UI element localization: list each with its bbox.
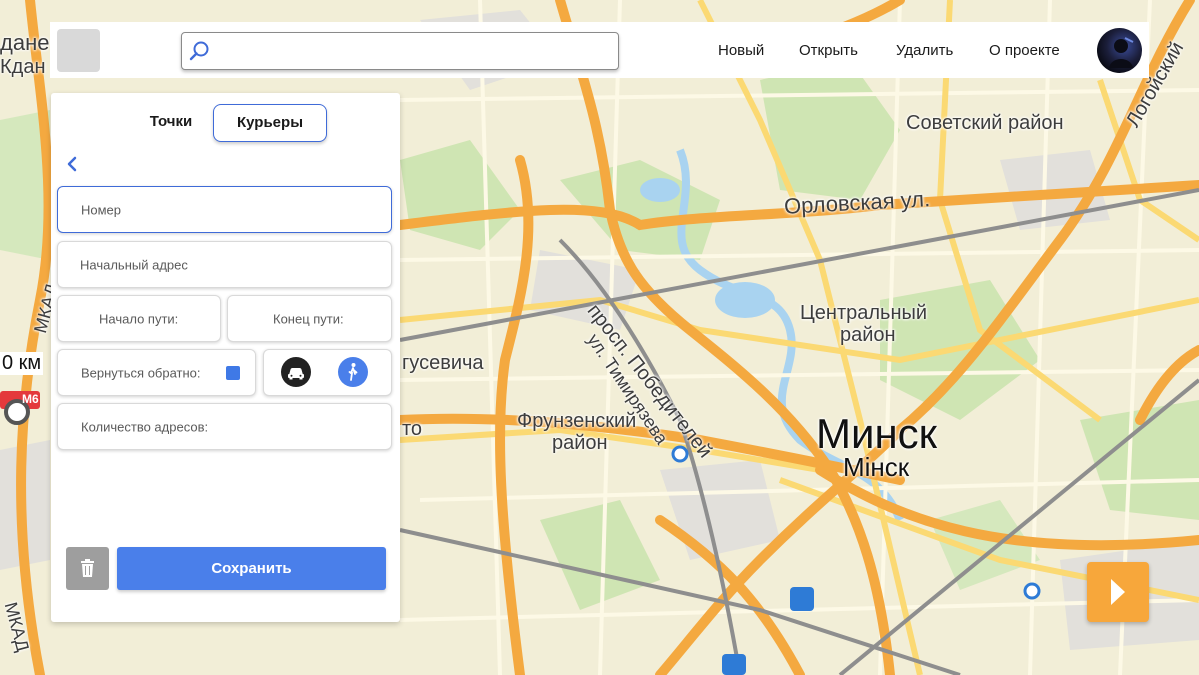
search-icon — [189, 41, 209, 61]
number-field[interactable]: Номер — [57, 186, 392, 233]
path-start-label: Начало пути: — [99, 311, 179, 326]
transport-mode-group — [263, 349, 392, 396]
delete-courier-button[interactable] — [66, 547, 109, 590]
return-back-field: Вернуться обратно: — [57, 349, 256, 396]
map-label-sovetsky: Советский район — [906, 112, 1064, 134]
next-button[interactable] — [1087, 562, 1149, 622]
path-end-label: Конец пути: — [273, 311, 344, 326]
walk-mode-button[interactable] — [338, 357, 368, 387]
avatar[interactable] — [1097, 28, 1142, 73]
search-field[interactable] — [218, 37, 612, 65]
return-back-checkbox[interactable] — [226, 366, 240, 380]
couriers-panel: Точки Курьеры Номер Начальный адрес Нача… — [51, 93, 400, 622]
path-end-field[interactable]: Конец пути: — [227, 295, 392, 342]
tab-points[interactable]: Точки — [139, 104, 203, 142]
nav-new[interactable]: Новый — [718, 42, 764, 59]
tab-couriers[interactable]: Курьеры — [213, 104, 327, 142]
search-input[interactable] — [181, 32, 619, 70]
app-logo[interactable] — [57, 29, 100, 72]
address-count-label: Количество адресов: — [81, 419, 209, 434]
trash-icon — [81, 559, 94, 577]
map-label-tsentralny-2: район — [840, 324, 896, 346]
map-label-kdan-1: дане — [0, 30, 50, 55]
start-address-placeholder: Начальный адрес — [80, 257, 188, 272]
map-label-kdan-2: Кдан — [0, 56, 46, 78]
car-mode-button[interactable] — [281, 357, 311, 387]
walk-icon — [348, 363, 358, 381]
map-label-frunzensky: Фрунзенский — [517, 410, 637, 432]
return-back-label: Вернуться обратно: — [81, 365, 201, 380]
map-label-city: Минск — [816, 410, 938, 457]
map-label-km: 0 км — [0, 352, 44, 375]
map-label-m6: M6 — [22, 392, 39, 406]
map-label-to: то — [402, 418, 423, 440]
path-start-field[interactable]: Начало пути: — [57, 295, 221, 342]
nav-about[interactable]: О проекте — [989, 42, 1060, 59]
map-label-tsentralny: Центральный — [800, 302, 928, 324]
address-count-field[interactable]: Количество адресов: — [57, 403, 392, 450]
nav-delete[interactable]: Удалить — [896, 42, 953, 59]
back-chevron-icon[interactable] — [65, 155, 79, 173]
user-avatar-icon — [1109, 37, 1134, 68]
number-placeholder: Номер — [81, 202, 122, 217]
car-icon — [288, 368, 304, 380]
map-label-city-by: Мінск — [843, 452, 910, 482]
map-label-frunzensky-2: район — [552, 432, 608, 454]
map-label-gusevicha: гусевича — [402, 352, 484, 374]
play-arrow-icon — [1111, 579, 1125, 605]
start-address-field[interactable]: Начальный адрес — [57, 241, 392, 288]
save-button[interactable]: Сохранить — [117, 547, 386, 590]
nav-open[interactable]: Открыть — [799, 42, 858, 59]
